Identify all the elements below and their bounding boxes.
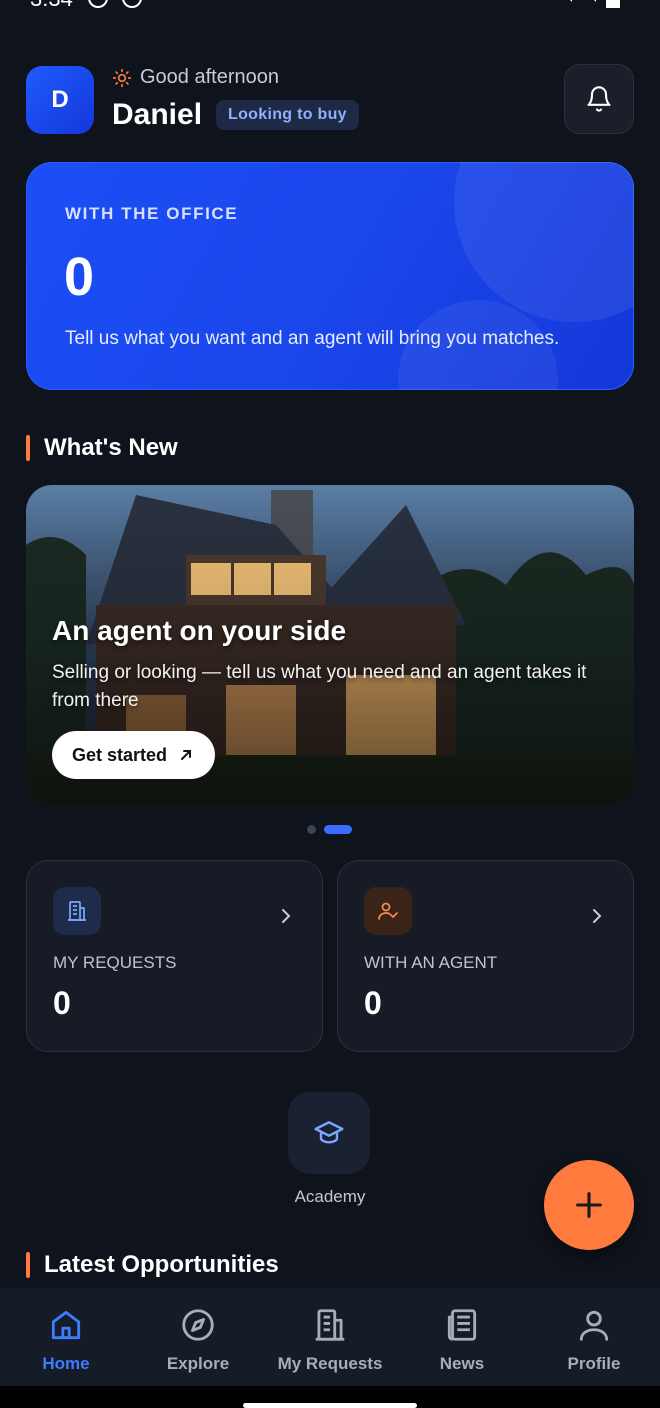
graduation-cap-icon	[314, 1121, 344, 1144]
with-agent-card[interactable]: WITH AN AGENT 0	[337, 860, 634, 1052]
stat-icon-bg	[53, 887, 101, 935]
nav-label: Home	[42, 1354, 90, 1373]
status-badge: Looking to buy	[216, 100, 359, 130]
status-time: 3:34	[30, 0, 73, 12]
compass-icon	[182, 1309, 214, 1341]
banner-title: An agent on your side	[52, 615, 347, 646]
promo-banner[interactable]: An agent on your side Selling or looking…	[26, 485, 634, 805]
building-icon	[68, 901, 86, 921]
status-icons	[88, 0, 142, 8]
pager-dot-active[interactable]	[324, 825, 352, 834]
nav-label: Explore	[166, 1354, 230, 1373]
sync-icon	[122, 0, 142, 8]
chevron-right-icon	[593, 909, 602, 923]
add-fab-button[interactable]	[544, 1160, 634, 1250]
nav-news[interactable]: News	[396, 1288, 528, 1386]
nav-label: My Requests	[277, 1354, 383, 1373]
section-accent-bar	[26, 1252, 30, 1278]
user-check-icon	[378, 902, 398, 920]
nav-my-requests[interactable]: My Requests	[264, 1288, 396, 1386]
status-bar: 3:34	[0, 0, 660, 14]
get-started-label: Get started	[72, 744, 168, 765]
greeting-text: Good afternoon	[140, 66, 279, 88]
plus-icon	[576, 1192, 602, 1218]
home-icon	[51, 1310, 81, 1340]
banner-description: Selling or looking — tell us what you ne…	[52, 662, 587, 711]
status-right-icons	[558, 0, 620, 8]
nav-label: News	[439, 1354, 485, 1373]
decor-circle	[454, 162, 634, 322]
my-requests-card[interactable]: MY REQUESTS 0	[26, 860, 323, 1052]
stat-icon-bg	[364, 887, 412, 935]
battery-icon	[606, 0, 620, 8]
carousel-pager	[307, 825, 352, 834]
bottom-nav: Home Explore My Requests News Profile	[0, 1288, 660, 1386]
hero-description: Tell us what you want and an agent will …	[65, 328, 560, 349]
pager-dot[interactable]	[307, 825, 316, 834]
section-latest-opportunities: Latest Opportunities	[26, 1251, 279, 1279]
sun-icon	[112, 68, 132, 87]
nav-explore[interactable]: Explore	[132, 1288, 264, 1386]
stat-label: WITH AN AGENT	[364, 953, 498, 972]
hero-count: 0	[64, 247, 95, 307]
wifi-icon	[558, 0, 572, 2]
greeting-row: Good afternoon	[112, 66, 279, 89]
stat-label: MY REQUESTS	[53, 953, 177, 972]
nav-profile[interactable]: Profile	[528, 1288, 660, 1386]
chevron-right-icon	[282, 909, 291, 923]
nav-home[interactable]: Home	[0, 1288, 132, 1386]
office-summary-card[interactable]: WITH THE OFFICE 0 Tell us what you want …	[26, 162, 634, 390]
name-row: Daniel Looking to buy	[112, 98, 359, 132]
section-whats-new: What's New	[26, 434, 178, 462]
section-title-whats-new: What's New	[44, 434, 178, 461]
avatar[interactable]: D	[26, 66, 94, 134]
building-icon	[315, 1309, 345, 1341]
location-icon	[88, 0, 108, 8]
arrow-up-right-icon	[181, 750, 192, 760]
bell-icon	[587, 86, 611, 112]
home-gesture-bar[interactable]	[243, 1403, 417, 1408]
user-name: Daniel	[112, 98, 203, 131]
section-title-latest: Latest Opportunities	[44, 1251, 279, 1278]
notifications-button[interactable]	[564, 64, 634, 134]
signal-icon	[582, 0, 596, 2]
newspaper-icon	[447, 1309, 477, 1341]
nav-label: Profile	[567, 1354, 621, 1373]
hero-label: WITH THE OFFICE	[65, 204, 239, 223]
section-accent-bar	[26, 435, 30, 461]
stat-value: 0	[364, 985, 382, 1021]
get-started-button[interactable]: Get started	[52, 731, 216, 779]
user-icon	[579, 1310, 609, 1341]
academy-button[interactable]	[288, 1092, 370, 1174]
stat-value: 0	[53, 985, 71, 1021]
